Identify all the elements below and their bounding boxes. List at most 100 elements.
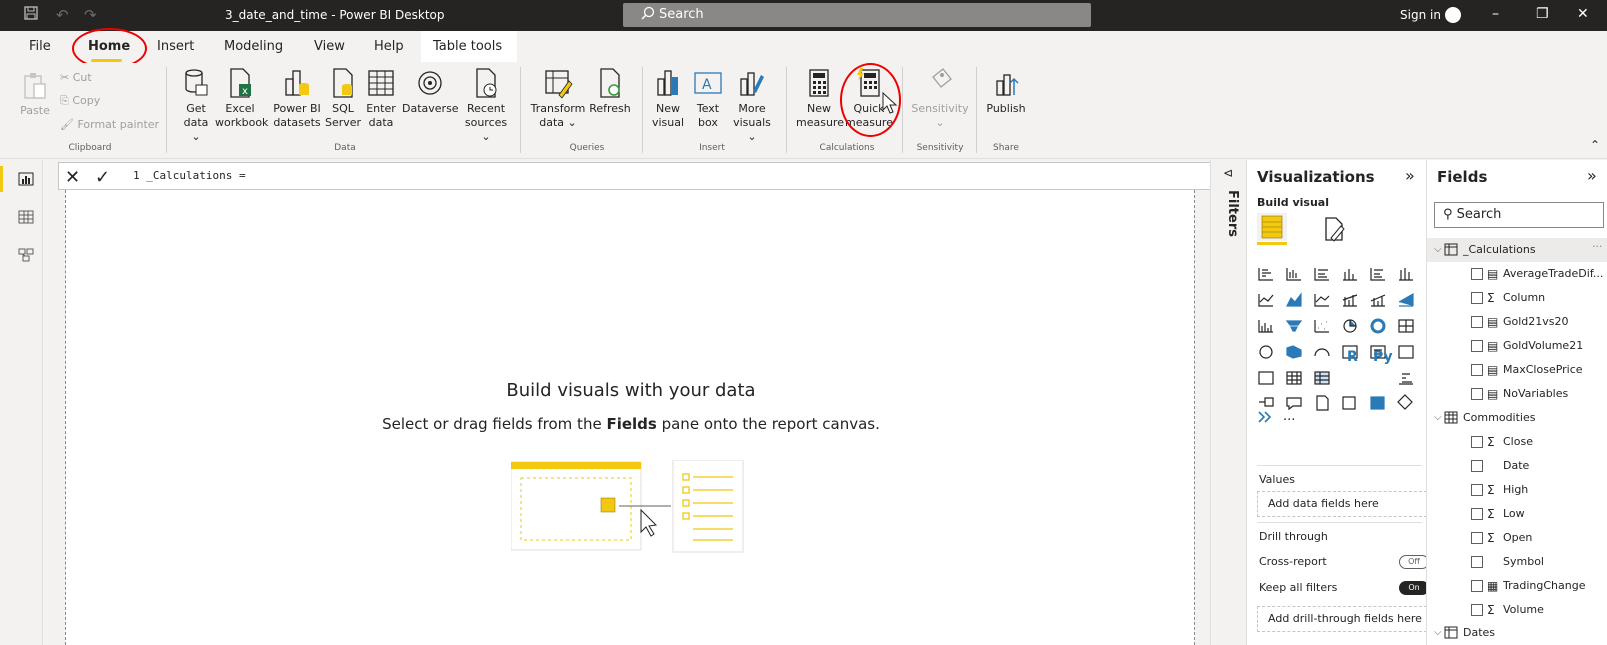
field-checkbox[interactable] xyxy=(1471,268,1483,280)
field-item[interactable]: ▦ TradingChange xyxy=(1427,574,1607,598)
tab-help[interactable]: Help xyxy=(374,39,404,54)
field-item[interactable]: Symbol xyxy=(1427,550,1607,574)
publish-button[interactable]: Publish xyxy=(984,67,1028,116)
field-checkbox[interactable] xyxy=(1471,508,1483,520)
field-checkbox[interactable] xyxy=(1471,436,1483,448)
collapse-ribbon-icon[interactable]: ⌃ xyxy=(1590,138,1600,152)
new-measure-button[interactable]: New measure xyxy=(796,67,844,130)
field-checkbox[interactable] xyxy=(1471,316,1483,328)
table-commodities[interactable]: ⌵ Commodities xyxy=(1427,406,1607,430)
values-well[interactable]: Add data fields here xyxy=(1257,491,1427,517)
cancel-formula-button[interactable]: ✕ xyxy=(65,167,80,188)
more-visuals-label-2: visuals ⌄ xyxy=(733,116,771,143)
field-checkbox[interactable] xyxy=(1471,556,1483,568)
table-name: _Calculations xyxy=(1463,243,1536,256)
format-visual-icon[interactable] xyxy=(1321,216,1347,242)
dataverse-button[interactable]: Dataverse xyxy=(402,67,459,116)
filters-pane-collapsed[interactable]: ⊲ Filters xyxy=(1210,160,1246,645)
field-item[interactable]: ▤ Gold21vs20 xyxy=(1427,310,1607,334)
field-checkbox[interactable] xyxy=(1471,604,1483,616)
table-dates[interactable]: ⌵ Dates xyxy=(1427,621,1607,645)
model-view-icon[interactable] xyxy=(18,248,34,262)
field-item[interactable]: Date xyxy=(1427,454,1607,478)
measure-icon: ▤ xyxy=(1487,363,1499,377)
get-data-label-2: data ⌄ xyxy=(183,116,209,143)
fields-search-input[interactable]: ⚲ Search xyxy=(1434,202,1604,228)
sql-server-button[interactable]: SQL Server xyxy=(325,67,361,130)
sign-in-link[interactable]: Sign in xyxy=(1400,8,1441,22)
calculator-table-icon xyxy=(1444,626,1458,639)
field-item[interactable]: Σ Volume xyxy=(1427,598,1607,622)
field-checkbox[interactable] xyxy=(1471,532,1483,544)
cross-report-toggle[interactable]: Off xyxy=(1399,555,1429,569)
excel-workbook-button[interactable]: x Excel workbook xyxy=(215,67,269,130)
field-checkbox[interactable] xyxy=(1471,460,1483,472)
text-box-button[interactable]: A Text box xyxy=(690,67,726,130)
format-painter-button[interactable]: 🖌 Format painter xyxy=(60,118,159,132)
more-visuals-button[interactable]: More visuals ⌄ xyxy=(728,67,776,144)
field-item[interactable]: ▤ GoldVolume21 xyxy=(1427,334,1607,358)
formula-text[interactable]: 1 _Calculations = xyxy=(133,169,246,182)
drill-through-well[interactable]: Add drill-through fields here xyxy=(1257,606,1427,632)
tab-modeling[interactable]: Modeling xyxy=(224,39,283,54)
get-data-button[interactable]: Get data ⌄ xyxy=(180,67,212,144)
collapse-fields-button[interactable]: » xyxy=(1587,166,1597,185)
tab-file[interactable]: File xyxy=(29,39,51,54)
minimize-button[interactable]: – xyxy=(1492,6,1499,22)
tab-insert[interactable]: Insert xyxy=(157,39,194,54)
field-item[interactable]: Σ Column xyxy=(1427,286,1607,310)
field-name: AverageTradeDif... xyxy=(1503,267,1604,280)
keep-filters-toggle[interactable]: On xyxy=(1399,581,1429,595)
tab-table-tools[interactable]: Table tools xyxy=(421,31,517,62)
avatar[interactable] xyxy=(1445,7,1461,23)
field-item[interactable]: Σ Low xyxy=(1427,502,1607,526)
field-item[interactable]: ▤ AverageTradeDif... xyxy=(1427,262,1607,286)
excel-label-2: workbook xyxy=(215,116,269,129)
report-view-icon[interactable] xyxy=(18,172,34,186)
field-item[interactable]: ▤ NoVariables xyxy=(1427,382,1607,406)
formula-bar[interactable]: ✕ ✓ 1 _Calculations = ⌄ xyxy=(58,162,1243,190)
field-item[interactable]: Σ Open xyxy=(1427,526,1607,550)
visual-icons-grid[interactable]: R Py ··· xyxy=(1257,264,1422,424)
values-label: Values xyxy=(1259,473,1295,486)
restore-button[interactable]: ❐ xyxy=(1536,6,1549,22)
report-canvas[interactable]: Build visuals with your data Select or d… xyxy=(65,190,1195,645)
table-calculations[interactable]: ⌵ _Calculations ··· xyxy=(1427,238,1607,262)
cut-icon: ✂ xyxy=(60,71,70,84)
refresh-button[interactable]: Refresh xyxy=(588,67,632,116)
data-view-icon[interactable] xyxy=(18,210,34,224)
new-visual-button[interactable]: New visual xyxy=(650,67,686,130)
redo-icon[interactable]: ↷ xyxy=(84,6,97,24)
field-checkbox[interactable] xyxy=(1471,580,1483,592)
chevron-down-icon[interactable]: ⌵ xyxy=(1434,406,1442,430)
recent-sources-button[interactable]: Recent sources ⌄ xyxy=(461,67,511,144)
field-item[interactable]: Σ High xyxy=(1427,478,1607,502)
field-checkbox[interactable] xyxy=(1471,292,1483,304)
save-icon[interactable] xyxy=(24,6,38,24)
undo-icon[interactable]: ↶ xyxy=(56,6,69,24)
more-options-icon[interactable]: ··· xyxy=(1592,235,1603,259)
field-checkbox[interactable] xyxy=(1471,484,1483,496)
commit-formula-button[interactable]: ✓ xyxy=(95,167,110,188)
chevron-down-icon[interactable]: ⌵ xyxy=(1434,238,1442,262)
sensitivity-button[interactable]: Sensitivity ⌄ xyxy=(910,67,970,130)
collapse-visualizations-button[interactable]: » xyxy=(1405,166,1415,185)
tab-view[interactable]: View xyxy=(314,39,345,54)
cut-button[interactable]: ✂ Cut xyxy=(60,71,92,85)
field-checkbox[interactable] xyxy=(1471,388,1483,400)
power-bi-datasets-button[interactable]: Power BI datasets xyxy=(271,67,323,130)
copy-button[interactable]: ⎘ Copy xyxy=(60,94,100,108)
close-button[interactable]: ✕ xyxy=(1577,6,1589,22)
document-title: 3_date_and_time - Power BI Desktop xyxy=(225,8,445,22)
field-item[interactable]: Σ Close xyxy=(1427,430,1607,454)
build-visual-tab[interactable] xyxy=(1257,213,1287,241)
field-item[interactable]: ▤ MaxClosePrice xyxy=(1427,358,1607,382)
field-checkbox[interactable] xyxy=(1471,340,1483,352)
paste-button[interactable]: Paste xyxy=(18,71,52,118)
field-checkbox[interactable] xyxy=(1471,364,1483,376)
transform-data-button[interactable]: Transform data ⌄ xyxy=(530,67,586,130)
search-box[interactable]: Search xyxy=(623,3,1091,27)
enter-data-button[interactable]: Enter data xyxy=(364,67,398,130)
datasets-icon xyxy=(285,70,309,96)
chevron-down-icon[interactable]: ⌵ xyxy=(1434,621,1442,645)
